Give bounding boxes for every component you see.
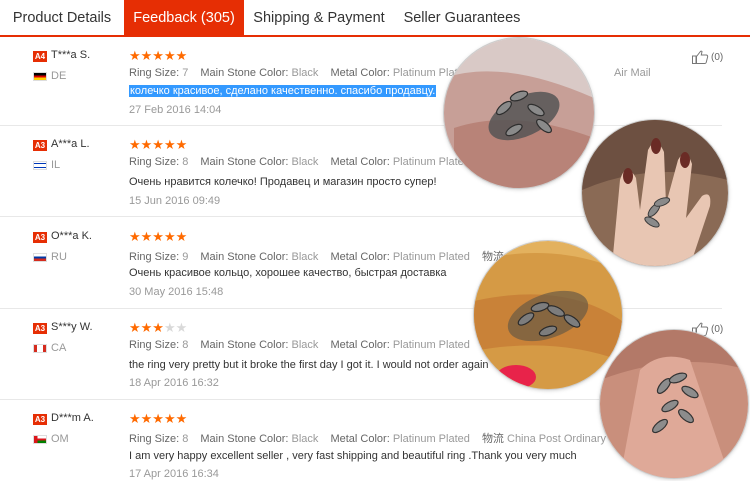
flag-ru-icon [33,253,47,262]
review-text: the ring very pretty but it broke the fi… [129,359,489,371]
review-text: Очень красивое кольцо, хорошее качество,… [129,267,447,279]
ring-size-value: 9 [182,251,189,263]
helpful-count: (0) [711,51,724,63]
stone-color-value: Black [291,67,319,79]
stone-color-value: Black [291,433,319,445]
stone-color-value: Black [291,339,319,351]
buyer-level-badge: A4 [33,51,47,62]
star-rating: ★★★★★ [129,320,188,335]
star-rating: ★★★★★ [129,48,188,63]
metal-color-value: Platinum Plated [392,251,470,263]
star-rating: ★★★★★ [129,411,188,426]
review-date: 17 Apr 2016 16:34 [129,468,219,480]
ring-size-value: 8 [182,156,189,168]
ring-size-value: 8 [182,433,189,445]
buyer-name: A***a L. [51,138,90,150]
order-attributes: Ring Size: 8 Main Stone Color: Black Met… [129,339,470,351]
buyer-country: IL [51,159,61,171]
buyer-level-badge: A3 [33,414,47,425]
order-attributes: Ring Size: 8 Main Stone Color: Black Met… [129,433,644,445]
tab-shipping-payment[interactable]: Shipping & Payment [244,0,394,35]
tab-seller-guarantees[interactable]: Seller Guarantees [394,0,530,35]
order-attributes: Ring Size: 8 Main Stone Color: Black Met… [129,156,470,168]
star-rating: ★★★★★ [129,137,188,152]
ring-photo-image [600,330,748,478]
buyer-photo-3[interactable] [474,241,622,389]
ring-photo-image [444,38,594,188]
tab-feedback[interactable]: Feedback (305) [124,0,244,35]
flag-il-icon [33,161,47,170]
review-date: 15 Jun 2016 09:49 [129,195,221,207]
review-text: Очень нравится колечко! Продавец и магаз… [129,176,437,188]
buyer-level-badge: A3 [33,323,47,334]
buyer-country: DE [51,70,67,82]
helpful-button[interactable]: (0) [692,50,723,64]
review-text: I am very happy excellent seller , very … [129,450,577,462]
buyer-photo-4[interactable] [600,330,748,478]
buyer-photo-1[interactable] [444,38,594,188]
flag-ca-icon [33,344,47,353]
tab-bar: Product Details Feedback (305) Shipping … [0,0,750,37]
tab-product-details[interactable]: Product Details [0,0,124,35]
buyer-name: D***m A. [51,412,94,424]
buyer-name: O***a K. [51,230,92,242]
buyer-name: S***y W. [51,321,93,333]
review-date: 27 Feb 2016 14:04 [129,104,222,116]
review-item: A4 T***a S. DE ★★★★★ Ring Size: 7 Main S… [0,37,723,126]
ring-photo-image [582,120,728,266]
metal-color-value: Platinum Plated [392,339,470,351]
shipping-method-value: Air Mail [613,67,651,79]
stone-color-value: Black [291,251,319,263]
order-attributes: Ring Size: 9 Main Stone Color: Black Met… [129,251,504,263]
buyer-country: RU [51,251,67,263]
review-date: 30 May 2016 15:48 [129,286,224,298]
review-date: 18 Apr 2016 16:32 [129,377,219,389]
flag-om-icon [33,435,47,444]
buyer-country: CA [51,342,67,354]
buyer-name: T***a S. [51,49,91,61]
ring-size-value: 8 [182,339,189,351]
buyer-country: OM [51,433,69,445]
buyer-level-badge: A3 [33,140,47,151]
ring-size-value: 7 [182,67,189,79]
helpful-count: (0) [711,323,724,335]
flag-de-icon [33,72,47,81]
buyer-level-badge: A3 [33,232,47,243]
thumbs-up-icon [692,50,709,64]
stone-color-value: Black [291,156,319,168]
buyer-photo-2[interactable] [582,120,728,266]
review-text: колечко красивое, сделано качественно. с… [129,85,437,97]
metal-color-value: Platinum Plated [392,433,470,445]
star-rating: ★★★★★ [129,229,188,244]
ring-photo-image [474,241,622,389]
